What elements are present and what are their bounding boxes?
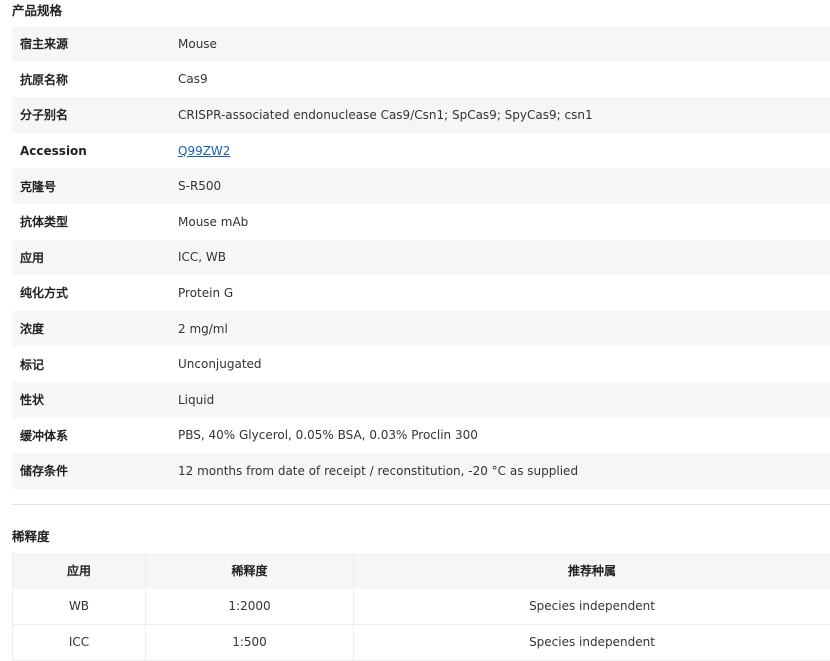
spec-label: 标记 (12, 346, 170, 382)
dilution-row: WB 1:2000 Species independent (13, 589, 830, 625)
spec-value: Unconjugated (170, 346, 830, 382)
spec-value: PBS, 40% Glycerol, 0.05% BSA, 0.03% Proc… (170, 418, 830, 454)
spec-value: Q99ZW2 (170, 133, 830, 169)
spec-value: 12 months from date of receipt / reconst… (170, 453, 830, 489)
spec-label: 浓度 (12, 311, 170, 347)
spec-row-alias: 分子别名 CRISPR-associated endonuclease Cas9… (12, 97, 830, 133)
dilution-cell-application: WB (13, 589, 146, 625)
dilution-header-dilution: 稀释度 (146, 553, 354, 589)
spec-label: 纯化方式 (12, 275, 170, 311)
spec-value: Mouse (170, 26, 830, 62)
spec-row-application: 应用 ICC, WB (12, 240, 830, 276)
spec-label: 抗原名称 (12, 62, 170, 98)
spec-value: Mouse mAb (170, 204, 830, 240)
spec-label: 抗体类型 (12, 204, 170, 240)
spec-row-purification: 纯化方式 Protein G (12, 275, 830, 311)
spec-label: 储存条件 (12, 453, 170, 489)
spec-value: Protein G (170, 275, 830, 311)
spec-row-storage: 储存条件 12 months from date of receipt / re… (12, 453, 830, 489)
spec-row-host: 宿主来源 Mouse (12, 26, 830, 62)
dilution-cell-species: Species independent (354, 624, 830, 660)
section-divider (12, 504, 830, 505)
dilution-cell-species: Species independent (354, 589, 830, 625)
accession-link[interactable]: Q99ZW2 (178, 144, 230, 158)
dilution-cell-dilution: 1:500 (146, 624, 354, 660)
spec-row-antigen: 抗原名称 Cas9 (12, 62, 830, 98)
spec-value: 2 mg/ml (170, 311, 830, 347)
product-page: 产品规格 宿主来源 Mouse 抗原名称 Cas9 分子别名 CRISPR-as… (0, 0, 830, 661)
dilution-table: 应用 稀释度 推荐种属 WB 1:2000 Species independen… (12, 553, 830, 661)
spec-label: 克隆号 (12, 168, 170, 204)
spec-section-title: 产品规格 (12, 0, 830, 26)
dilution-row: ICC 1:500 Species independent (13, 624, 830, 660)
spec-row-form: 性状 Liquid (12, 382, 830, 418)
spec-label: Accession (12, 133, 170, 169)
spec-value: ICC, WB (170, 240, 830, 276)
spec-label: 性状 (12, 382, 170, 418)
spec-label: 分子别名 (12, 97, 170, 133)
spec-row-clone: 克隆号 S-R500 (12, 168, 830, 204)
dilution-cell-dilution: 1:2000 (146, 589, 354, 625)
dilution-header-application: 应用 (13, 553, 146, 589)
dilution-section-title: 稀释度 (12, 525, 830, 549)
spec-label: 宿主来源 (12, 26, 170, 62)
spec-value: CRISPR-associated endonuclease Cas9/Csn1… (170, 97, 830, 133)
spec-value: Liquid (170, 382, 830, 418)
spec-row-accession: Accession Q99ZW2 (12, 133, 830, 169)
dilution-header-species: 推荐种属 (354, 553, 830, 589)
spec-row-antibody-type: 抗体类型 Mouse mAb (12, 204, 830, 240)
spec-row-conjugate: 标记 Unconjugated (12, 346, 830, 382)
dilution-cell-application: ICC (13, 624, 146, 660)
spec-value: Cas9 (170, 62, 830, 98)
spec-table: 宿主来源 Mouse 抗原名称 Cas9 分子别名 CRISPR-associa… (12, 26, 830, 489)
spec-label: 应用 (12, 240, 170, 276)
spec-row-concentration: 浓度 2 mg/ml (12, 311, 830, 347)
dilution-header-row: 应用 稀释度 推荐种属 (13, 553, 830, 589)
spec-value: S-R500 (170, 168, 830, 204)
spec-label: 缓冲体系 (12, 418, 170, 454)
spec-row-buffer: 缓冲体系 PBS, 40% Glycerol, 0.05% BSA, 0.03%… (12, 418, 830, 454)
